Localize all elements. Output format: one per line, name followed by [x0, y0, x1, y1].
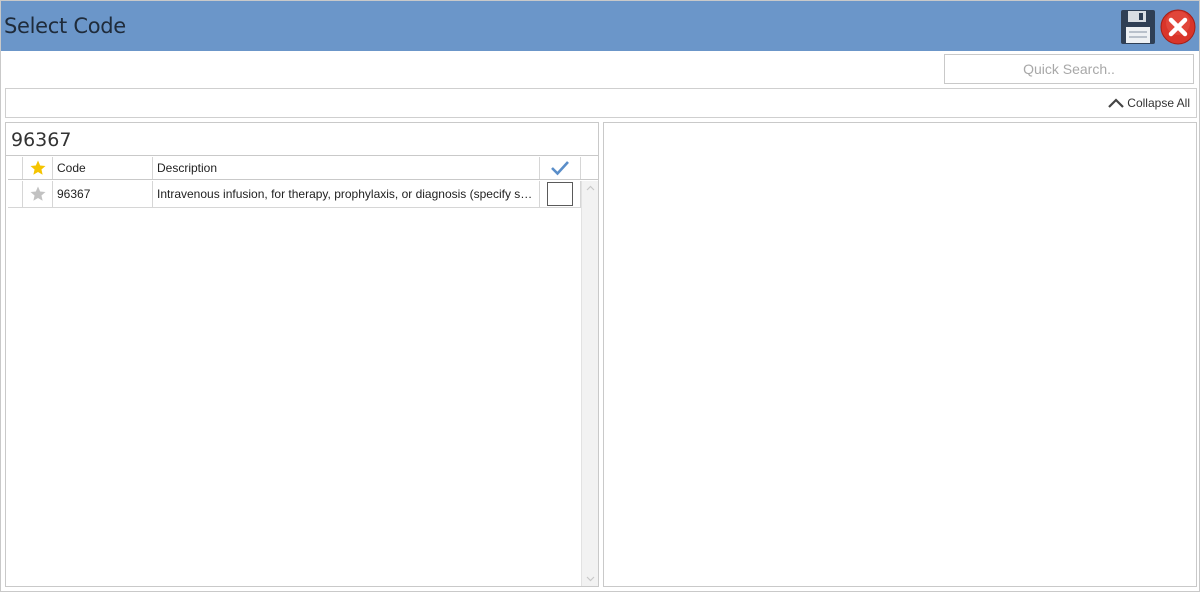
floppy-disk-icon — [1121, 10, 1155, 44]
select-code-dialog: Select Code Collapse All — [0, 0, 1200, 592]
row-indicator — [8, 181, 23, 207]
code-column-header[interactable]: Code — [53, 157, 153, 179]
scroll-down-icon[interactable] — [586, 576, 595, 582]
collapse-all-button[interactable]: Collapse All — [1107, 96, 1190, 110]
quick-search-input[interactable] — [944, 54, 1194, 84]
table-row[interactable]: 96367 Intravenous infusion, for therapy,… — [8, 181, 581, 208]
select-cell — [540, 181, 581, 207]
collapse-all-label: Collapse All — [1127, 96, 1190, 110]
code-group-title: 96367 — [11, 129, 72, 151]
grid-header-row: Code Description — [8, 157, 598, 180]
close-x-icon — [1160, 9, 1196, 45]
favorite-toggle[interactable] — [23, 181, 53, 207]
code-grid: Code Description 96367 Intravenous infus… — [8, 157, 598, 586]
selected-column-header[interactable] — [540, 157, 581, 179]
row-indicator-header — [8, 157, 23, 179]
detail-pane — [603, 122, 1197, 587]
scrollbar-header-spacer — [581, 157, 598, 179]
dialog-title: Select Code — [4, 14, 126, 38]
code-cell: 96367 — [53, 181, 153, 207]
close-button[interactable] — [1160, 9, 1196, 45]
code-group-header[interactable]: 96367 — [6, 123, 598, 156]
grid-scrollbar[interactable] — [581, 181, 598, 586]
select-checkbox[interactable] — [547, 182, 573, 206]
code-list-pane: 96367 Code Description 96367 Intravenous… — [5, 122, 599, 587]
collapse-bar: Collapse All — [5, 88, 1197, 118]
chevron-up-icon — [1108, 98, 1125, 108]
scroll-up-icon[interactable] — [586, 185, 595, 191]
description-column-header[interactable]: Description — [153, 157, 540, 179]
star-icon — [30, 160, 45, 175]
save-button[interactable] — [1120, 9, 1156, 45]
description-cell: Intravenous infusion, for therapy, proph… — [153, 181, 540, 207]
favorite-column-header[interactable] — [23, 157, 53, 179]
title-bar: Select Code — [1, 1, 1199, 51]
checkmark-icon — [551, 161, 569, 176]
star-outline-icon — [30, 186, 45, 201]
